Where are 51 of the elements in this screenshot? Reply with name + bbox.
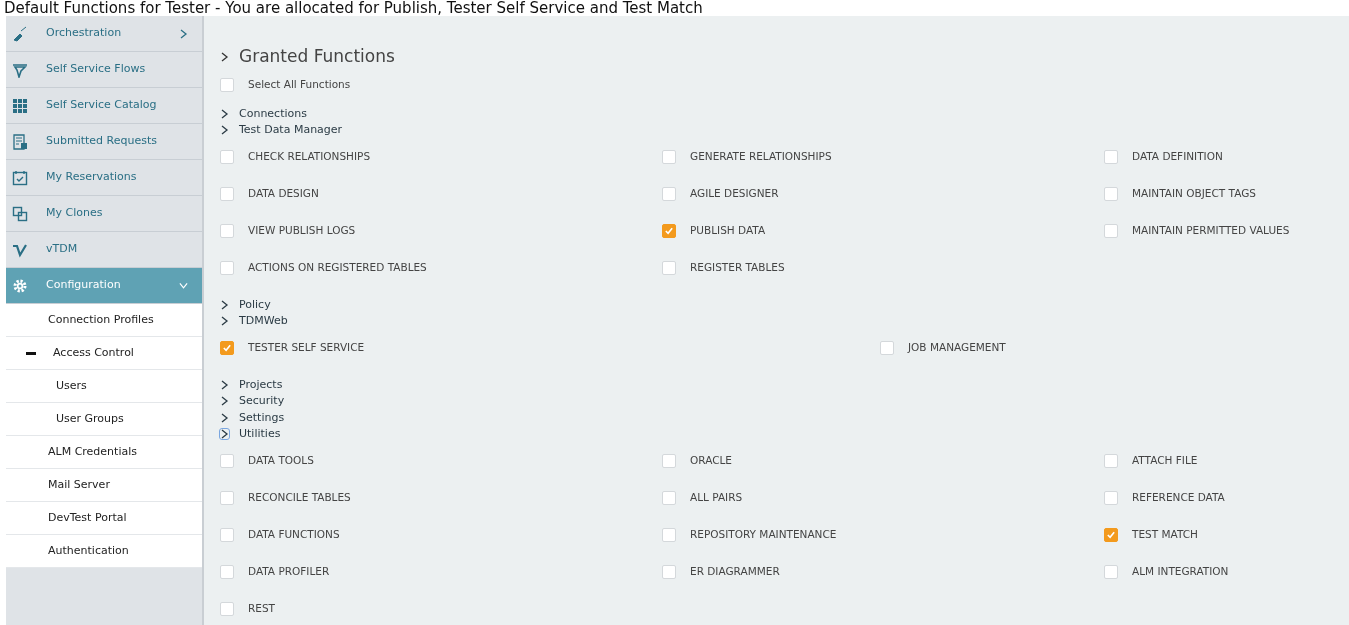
section-title: Granted Functions [239, 45, 395, 68]
sidebar-subitem[interactable]: Users [6, 370, 202, 403]
sidebar-subitem[interactable]: DevTest Portal [6, 502, 202, 535]
sidebar-subitem[interactable]: Connection Profiles [6, 304, 202, 337]
sidebar-item[interactable]: My Reservations [6, 160, 202, 196]
checkbox-label: ORACLE [690, 453, 732, 469]
sidebar-item[interactable]: Orchestration [6, 16, 202, 52]
checkbox-label: AGILE DESIGNER [690, 186, 779, 202]
sidebar-item[interactable]: Submitted Requests [6, 124, 202, 160]
checkbox-label: ALL PAIRS [690, 490, 743, 506]
checkbox-label: DATA FUNCTIONS [248, 527, 340, 543]
sidebar-subitem[interactable]: Mail Server [6, 469, 202, 502]
checkbox-label: REGISTER TABLES [690, 260, 785, 276]
checkbox-label: MAINTAIN PERMITTED VALUES [1132, 223, 1290, 239]
checkbox-label: Select All Functions [248, 76, 351, 92]
group-toggle[interactable]: Test Data Manager [239, 122, 343, 139]
checkbox-label: ER DIAGRAMMER [690, 564, 780, 580]
checkbox-label: PUBLISH DATA [690, 223, 766, 239]
checkbox-label: MAINTAIN OBJECT TAGS [1132, 186, 1256, 202]
sidebar-subitem[interactable]: User Groups [6, 403, 202, 436]
sidebar-item[interactable]: My Clones [6, 196, 202, 232]
sidebar-item[interactable]: Self Service Flows [6, 52, 202, 88]
group-toggle[interactable]: Policy [239, 296, 271, 313]
group-toggle[interactable]: Projects [239, 376, 283, 393]
checkbox-label: ACTIONS ON REGISTERED TABLES [248, 260, 427, 276]
group-toggle[interactable]: TDMWeb [239, 313, 288, 330]
checkbox-label: VIEW PUBLISH LOGS [248, 223, 356, 239]
group-toggle[interactable]: Settings [239, 409, 285, 426]
checkbox-label: TESTER SELF SERVICE [248, 340, 365, 356]
checkbox-label: ATTACH FILE [1132, 453, 1198, 469]
checkbox-label: REFERENCE DATA [1132, 490, 1225, 506]
page-heading: Default Functions for Tester - You are allocated for Publish, Tester Self Service and Test Match [3, 0, 704, 16]
checkbox-label: CHECK RELATIONSHIPS [248, 149, 371, 165]
sidebar-subitem[interactable]: ALM Credentials [6, 436, 202, 469]
checkbox-label: RECONCILE TABLES [248, 490, 351, 506]
sidebar-subitem[interactable]: Authentication [6, 535, 202, 568]
checkbox-label: GENERATE RELATIONSHIPS [690, 149, 832, 165]
checkbox-label: DATA DEFINITION [1132, 149, 1223, 165]
checkbox-label: REST [248, 601, 275, 617]
checkbox-label: DATA PROFILER [248, 564, 330, 580]
checkbox-label: DATA TOOLS [248, 453, 314, 469]
group-toggle[interactable]: Utilities [239, 426, 281, 443]
checkbox-label: REPOSITORY MAINTENANCE [690, 527, 837, 543]
checkbox-label: TEST MATCH [1132, 527, 1198, 543]
checkbox-label: DATA DESIGN [248, 186, 319, 202]
sidebar-item[interactable]: Self Service Catalog [6, 88, 202, 124]
checkbox-label: JOB MANAGEMENT [908, 340, 1006, 356]
sidebar-subitem[interactable]: Access Control [6, 337, 202, 370]
group-toggle[interactable]: Security [239, 393, 285, 410]
checkbox-label: ALM INTEGRATION [1132, 564, 1229, 580]
group-toggle[interactable]: Connections [239, 105, 307, 122]
